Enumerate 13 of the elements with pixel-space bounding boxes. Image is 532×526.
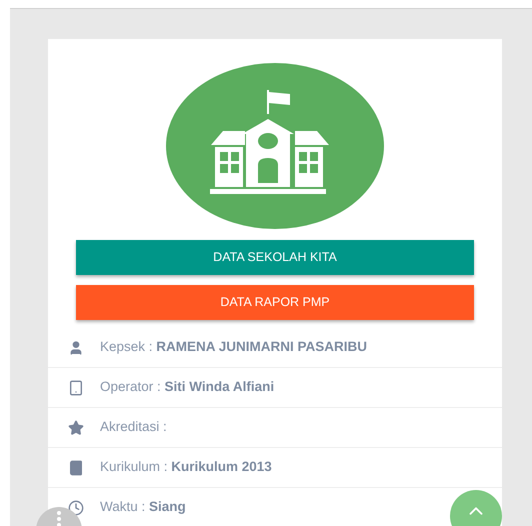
person-icon <box>68 340 84 356</box>
star-icon <box>68 420 84 436</box>
info-text: Kurikulum : Kurikulum 2013 <box>100 458 272 476</box>
info-text: Operator : Siti Winda Alfiani <box>100 378 274 396</box>
info-text: Kepsek : RAMENA JUNIMARNI PASARIBU <box>100 338 368 356</box>
menu-button[interactable]: DATA RAPOR PMP <box>76 285 474 320</box>
menu-button[interactable]: DATA SEKOLAH KITA <box>76 240 474 275</box>
info-text: Akreditasi : <box>100 418 167 436</box>
clock-icon <box>68 500 84 516</box>
more-icon <box>57 511 61 526</box>
tablet-icon <box>68 380 84 396</box>
book-icon <box>68 460 84 476</box>
info-text: Waktu : Siang <box>100 498 186 516</box>
